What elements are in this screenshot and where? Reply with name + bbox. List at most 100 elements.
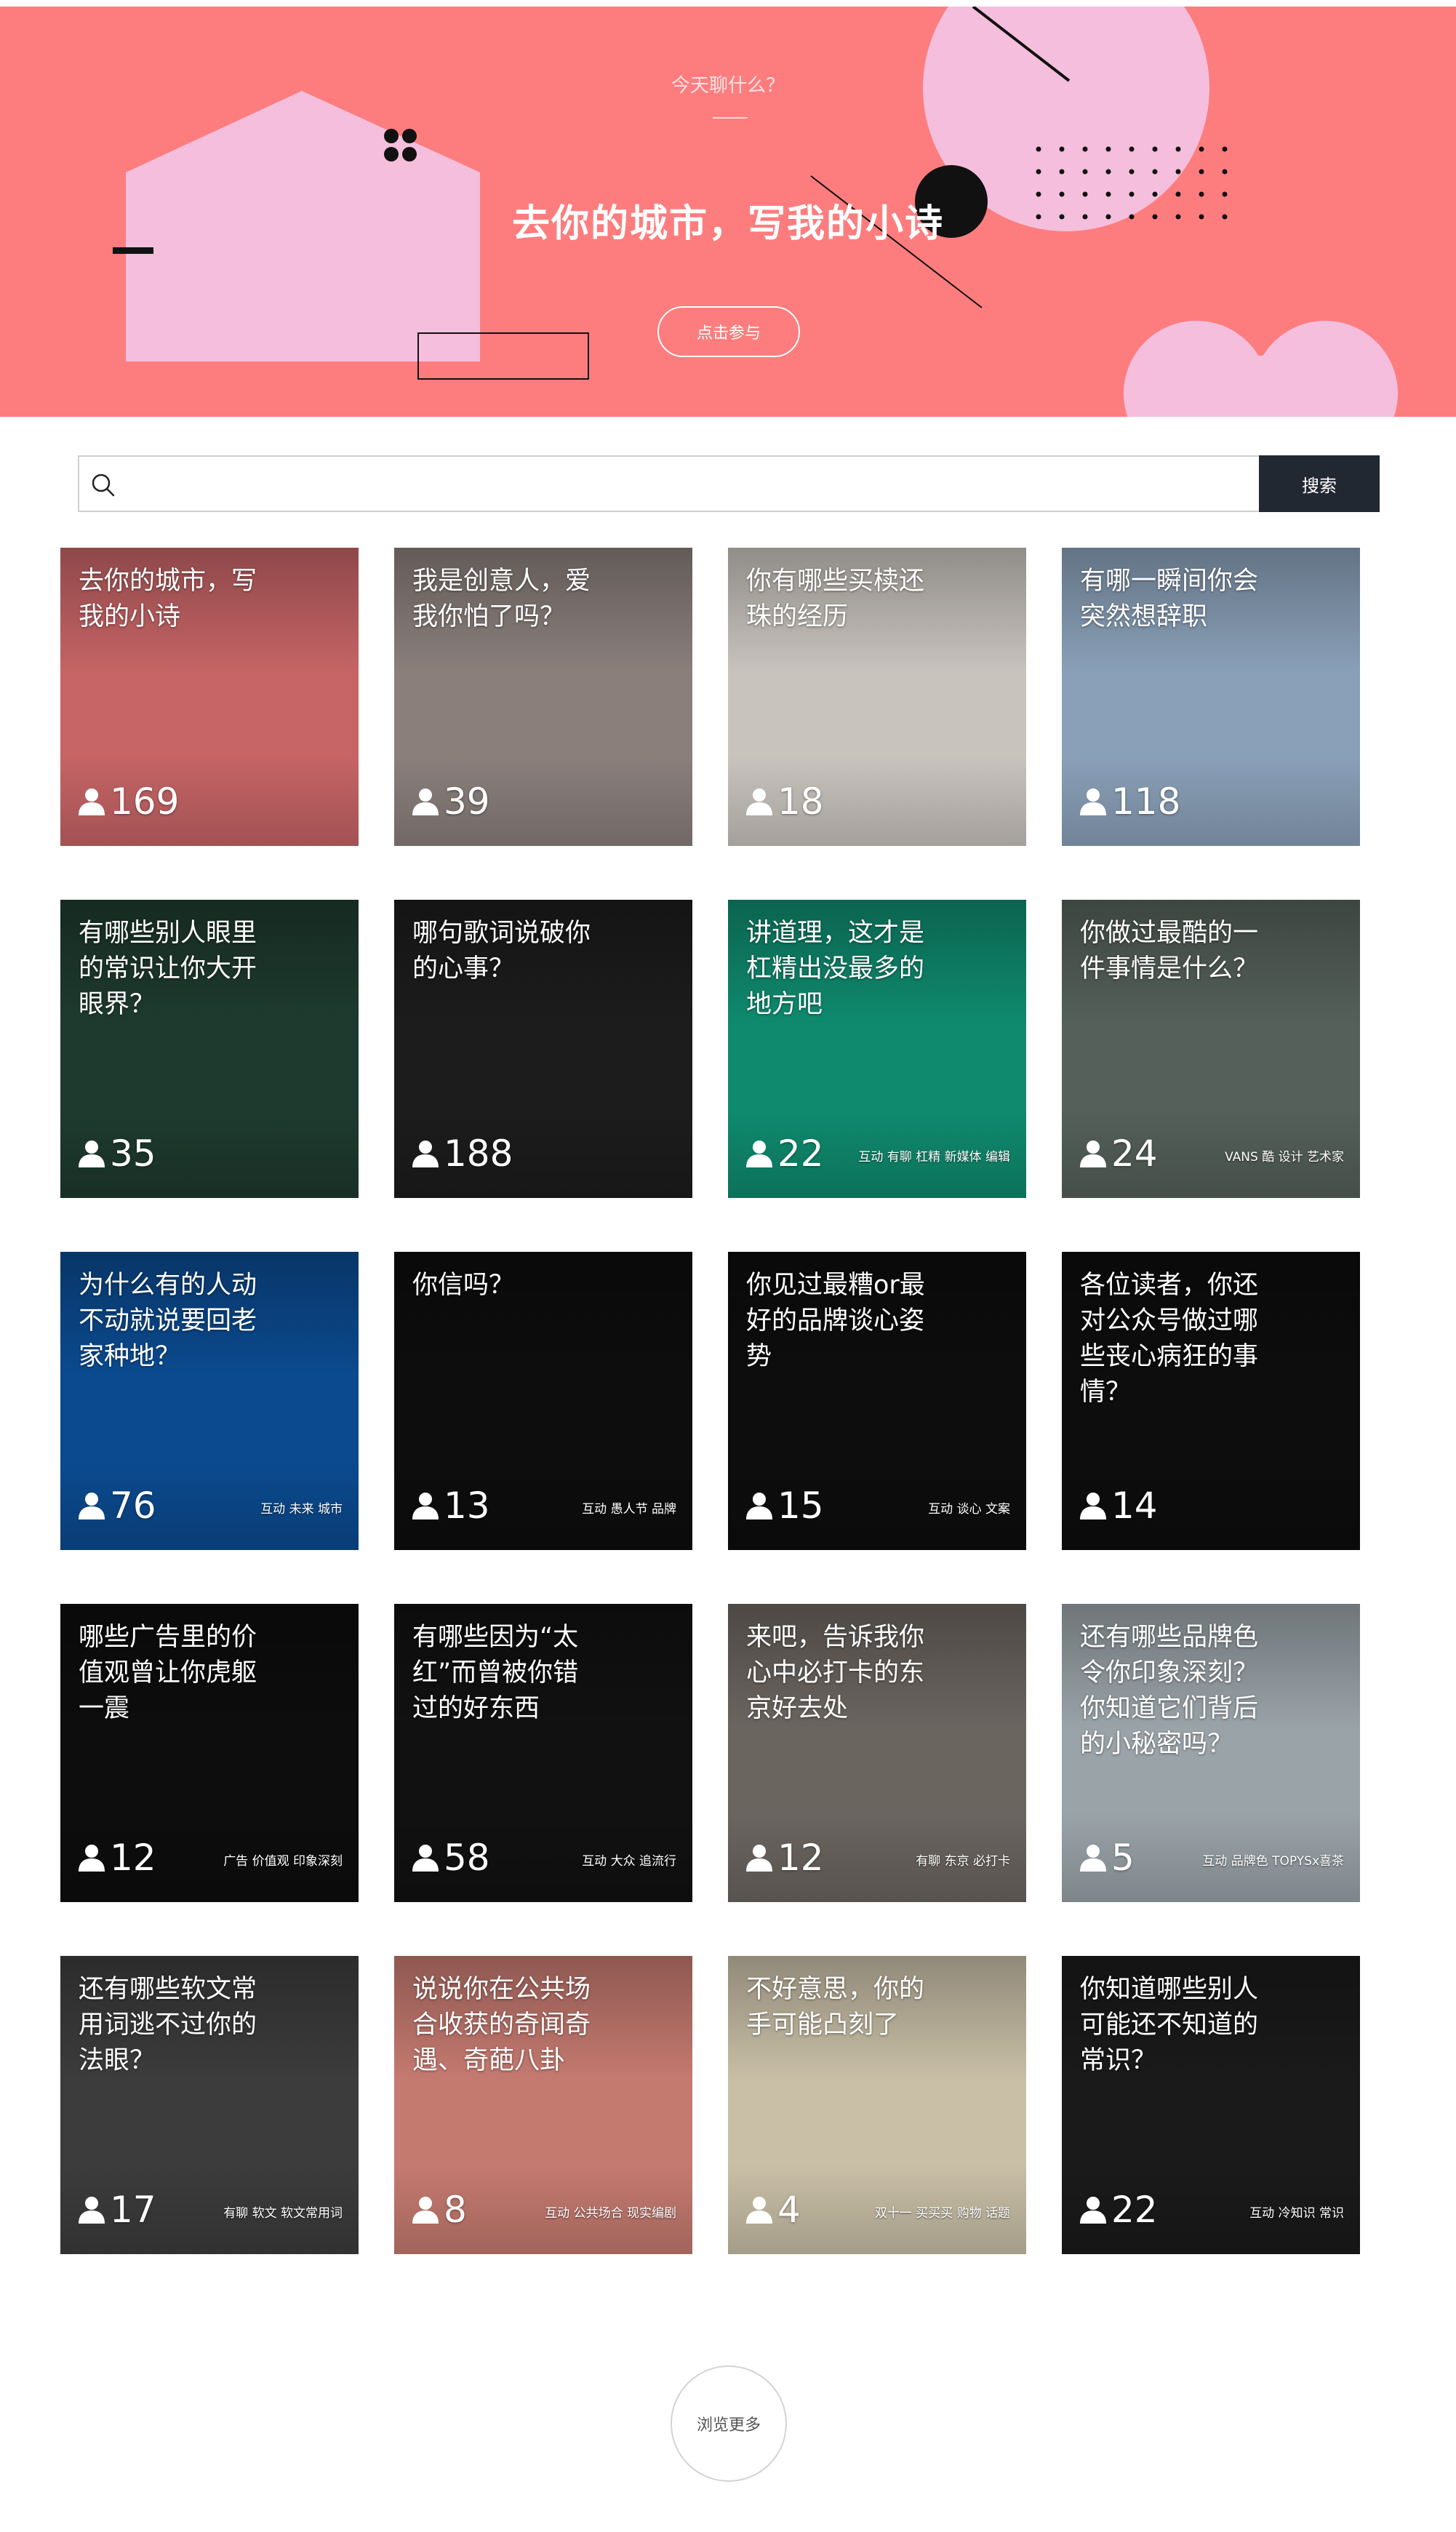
person-icon — [744, 786, 775, 817]
participant-count-value: 5 — [1111, 1837, 1135, 1879]
topic-card[interactable]: 我是创意人，爱我你怕了吗？ 39 — [394, 548, 692, 846]
participant-count-value: 118 — [1111, 780, 1181, 823]
topic-tags: 互动 未来 城市 — [260, 1502, 343, 1517]
participant-count-value: 35 — [110, 1133, 156, 1175]
participant-count-value: 14 — [1111, 1485, 1158, 1527]
participant-count: 188 — [410, 1135, 513, 1172]
topic-card[interactable]: 有哪些别人眼里的常识让你大开眼界？ 35 — [60, 900, 359, 1198]
load-more-button[interactable]: 浏览更多 — [671, 2365, 787, 2482]
participant-count: 118 — [1078, 783, 1180, 820]
participant-count-value: 4 — [777, 2189, 801, 2231]
participant-count: 18 — [744, 783, 824, 820]
participant-count: 17 — [76, 2192, 156, 2228]
topic-title: 说说你在公共场合收获的奇闻奇遇、奇葩八卦 — [412, 1975, 591, 2075]
topic-title: 还有哪些品牌色令你印象深刻？你知道它们背后的小秘密吗？ — [1080, 1623, 1259, 1759]
person-icon — [744, 1138, 775, 1169]
topic-title: 我是创意人，爱我你怕了吗？ — [412, 567, 591, 631]
search-button[interactable]: 搜索 — [1259, 455, 1380, 512]
participant-count-value: 17 — [110, 2189, 156, 2231]
topic-tags: 双十一 买买买 购物 话题 — [874, 2206, 1010, 2221]
topic-title: 你见过最糟or最好的品牌谈心姿势 — [746, 1271, 925, 1371]
person-icon — [1078, 1490, 1108, 1521]
topic-grid: 去你的城市，写我的小诗 169 我是创意人，爱我你怕了吗？ 39 你有哪些买椟还珠的经历… — [60, 548, 1362, 2254]
topic-title: 有哪些因为“太红”而曾被你错过的好东西 — [412, 1623, 579, 1723]
participant-count-value: 12 — [110, 1837, 156, 1879]
participant-count-value: 22 — [777, 1133, 824, 1175]
topic-card[interactable]: 有哪些因为“太红”而曾被你错过的好东西 58 互动 大众 追流行 — [394, 1604, 692, 1902]
hero-divider — [713, 117, 748, 119]
person-icon — [1078, 786, 1108, 817]
person-icon — [76, 786, 107, 817]
person-icon — [76, 1490, 107, 1521]
person-icon — [76, 2194, 107, 2225]
person-icon — [744, 1490, 775, 1521]
participant-count: 13 — [410, 1487, 490, 1524]
topic-card[interactable]: 各位读者，你还对公众号做过哪些丧心病狂的事情？ 14 — [1062, 1252, 1360, 1550]
person-icon — [1078, 2194, 1108, 2225]
topic-tags: 互动 大众 追流行 — [582, 1854, 676, 1869]
search-icon — [92, 474, 115, 497]
topic-card[interactable]: 说说你在公共场合收获的奇闻奇遇、奇葩八卦 8 互动 公共场合 现实编剧 — [394, 1956, 692, 2254]
topic-title: 还有哪些软文常用词逃不过你的法眼？ — [79, 1975, 257, 2075]
participant-count: 76 — [76, 1487, 156, 1524]
topic-card[interactable]: 哪句歌词说破你的心事？ 188 — [394, 900, 692, 1198]
person-icon — [744, 1842, 775, 1873]
topic-title: 为什么有的人动不动就说要回老家种地？ — [79, 1271, 257, 1371]
topic-card[interactable]: 你做过最酷的一件事情是什么？ 24 VANS 酷 设计 艺术家 — [1062, 900, 1360, 1198]
topic-card[interactable]: 你见过最糟or最好的品牌谈心姿势 15 互动 谈心 文案 — [728, 1252, 1026, 1550]
participant-count: 8 — [410, 2192, 467, 2228]
topic-card[interactable]: 有哪一瞬间你会突然想辞职 118 — [1062, 548, 1360, 846]
topic-title: 讲道理，这才是杠精出没最多的地方吧 — [746, 919, 925, 1019]
topic-tags: 互动 公共场合 现实编剧 — [545, 2206, 676, 2221]
participant-count: 4 — [744, 2192, 801, 2228]
topic-card[interactable]: 为什么有的人动不动就说要回老家种地？ 76 互动 未来 城市 — [60, 1252, 359, 1550]
hero-title: 去你的城市，写我的小诗 — [511, 202, 944, 246]
person-icon — [1078, 1842, 1108, 1873]
participant-count-value: 15 — [777, 1485, 824, 1527]
participant-count: 169 — [76, 783, 179, 820]
person-icon — [410, 1842, 441, 1873]
topic-card[interactable]: 你有哪些买椟还珠的经历 18 — [728, 548, 1026, 846]
person-icon — [76, 1138, 107, 1169]
person-icon — [410, 1490, 441, 1521]
participant-count: 12 — [76, 1840, 156, 1876]
participate-button[interactable]: 点击参与 — [657, 306, 800, 357]
participant-count-value: 18 — [777, 780, 824, 823]
participant-count-value: 39 — [444, 780, 490, 823]
topic-card[interactable]: 来吧，告诉我你心中必打卡的东京好去处 12 有聊 东京 必打卡 — [728, 1604, 1026, 1902]
participant-count: 15 — [744, 1487, 824, 1524]
topic-title: 你信吗？ — [412, 1271, 515, 1300]
topic-title: 各位读者，你还对公众号做过哪些丧心病狂的事情？ — [1080, 1271, 1259, 1407]
topic-title: 哪些广告里的价值观曾让你虎躯一震 — [79, 1623, 257, 1723]
participant-count: 5 — [1078, 1840, 1135, 1876]
person-icon — [410, 786, 441, 817]
topic-tags: VANS 酷 设计 艺术家 — [1225, 1150, 1344, 1165]
topic-card[interactable]: 去你的城市，写我的小诗 169 — [60, 548, 359, 846]
topic-card[interactable]: 你信吗？ 13 互动 愚人节 品牌 — [394, 1252, 692, 1550]
topic-tags: 互动 有聊 杠精 新媒体 编辑 — [858, 1150, 1010, 1165]
person-icon — [410, 2194, 441, 2225]
topic-card[interactable]: 还有哪些品牌色令你印象深刻？你知道它们背后的小秘密吗？ 5 互动 品牌色 TOPYS… — [1062, 1604, 1360, 1902]
person-icon — [410, 1138, 441, 1169]
topic-tags: 互动 品牌色 TOPYSx喜茶 — [1202, 1854, 1344, 1869]
topic-card[interactable]: 讲道理，这才是杠精出没最多的地方吧 22 互动 有聊 杠精 新媒体 编辑 — [728, 900, 1026, 1198]
participant-count-value: 188 — [444, 1133, 513, 1175]
topic-card[interactable]: 你知道哪些别人可能还不知道的常识？ 22 互动 冷知识 常识 — [1062, 1956, 1360, 2254]
participant-count-value: 76 — [110, 1485, 156, 1527]
topic-title: 来吧，告诉我你心中必打卡的东京好去处 — [746, 1623, 925, 1723]
topic-title: 不好意思，你的手可能凸刻了 — [746, 1975, 925, 2040]
topic-title: 哪句歌词说破你的心事？ — [412, 919, 591, 983]
topic-tags: 广告 价值观 印象深刻 — [223, 1854, 343, 1869]
topic-tags: 有聊 软文 软文常用词 — [223, 2206, 343, 2221]
topic-tags: 互动 愚人节 品牌 — [582, 1502, 676, 1517]
topic-card[interactable]: 哪些广告里的价值观曾让你虎躯一震 12 广告 价值观 印象深刻 — [60, 1604, 359, 1902]
topic-tags: 互动 谈心 文案 — [928, 1502, 1010, 1517]
participant-count: 24 — [1078, 1135, 1158, 1172]
search-input[interactable] — [130, 460, 1268, 509]
topic-card[interactable]: 还有哪些软文常用词逃不过你的法眼？ 17 有聊 软文 软文常用词 — [60, 1956, 359, 2254]
participant-count-value: 24 — [1111, 1133, 1158, 1175]
topic-tags: 有聊 东京 必打卡 — [916, 1854, 1010, 1869]
topic-card[interactable]: 不好意思，你的手可能凸刻了 4 双十一 买买买 购物 话题 — [728, 1956, 1026, 2254]
topic-title: 你知道哪些别人可能还不知道的常识？ — [1080, 1975, 1259, 2075]
participant-count: 22 — [744, 1135, 824, 1172]
